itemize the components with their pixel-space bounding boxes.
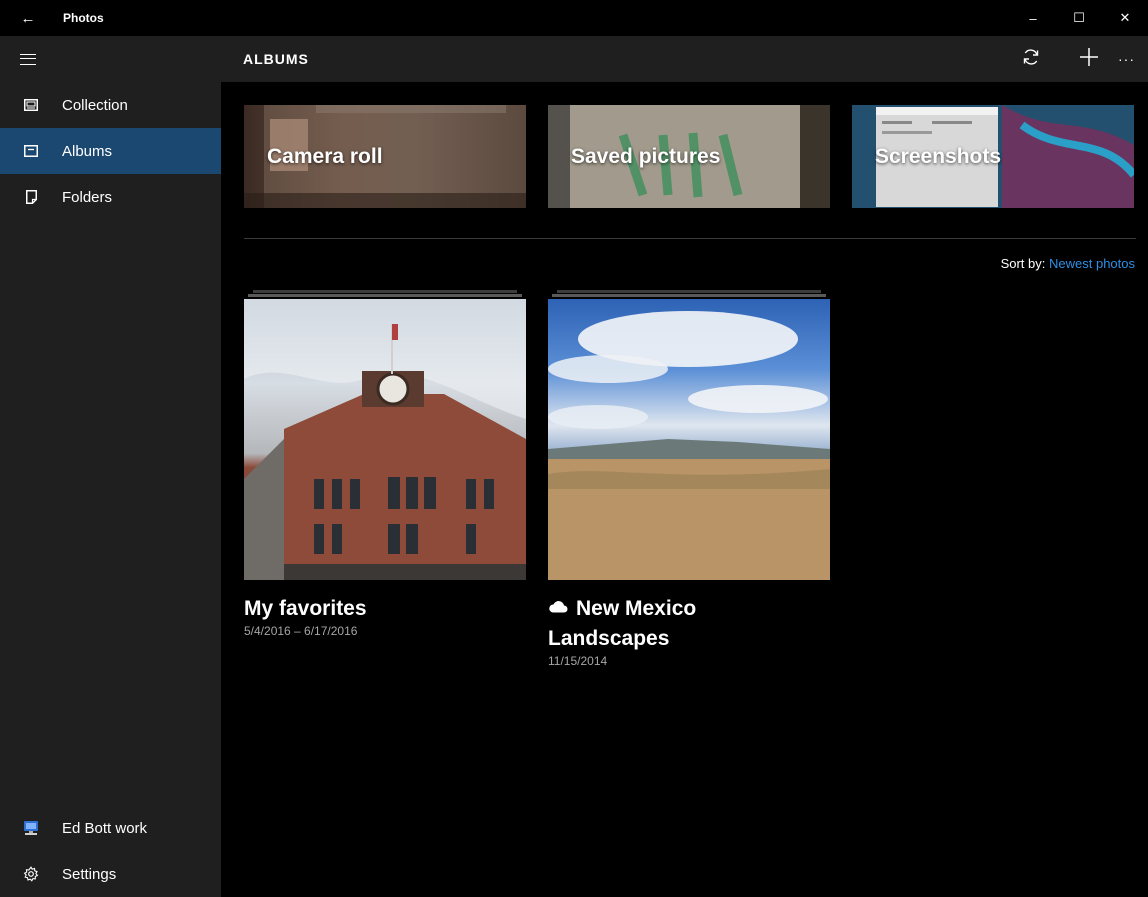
album-tile-label: Saved pictures <box>571 145 721 168</box>
sidebar-item-label: Folders <box>62 188 113 206</box>
album-title: New Mexico Landscapes <box>548 594 830 654</box>
close-button[interactable]: ✕ <box>1102 0 1148 36</box>
section-divider <box>244 238 1136 239</box>
collection-icon <box>0 99 62 111</box>
header-actions: ··· <box>1002 36 1148 82</box>
onedrive-cloud-icon <box>548 592 568 622</box>
album-tile-screenshots[interactable]: Screenshots <box>852 105 1134 208</box>
sidebar-item-albums[interactable]: Albums <box>0 128 221 174</box>
hamburger-icon <box>20 53 36 65</box>
plus-icon <box>1079 47 1099 72</box>
maximize-button[interactable]: ☐ <box>1056 0 1102 36</box>
page-title: ALBUMS <box>243 51 309 67</box>
sidebar-item-collection[interactable]: Collection <box>0 82 221 128</box>
album-tile-label: Camera roll <box>267 145 383 168</box>
sidebar-item-folders[interactable]: Folders <box>0 174 221 220</box>
refresh-icon <box>1021 47 1041 72</box>
album-tile-camera-roll[interactable]: Camera roll <box>244 105 526 208</box>
more-icon: ··· <box>1118 51 1135 67</box>
app-title: Photos <box>63 11 104 25</box>
sidebar-item-label: Ed Bott work <box>62 819 148 837</box>
more-options-button[interactable]: ··· <box>1118 36 1148 82</box>
back-button[interactable]: ← <box>0 0 56 36</box>
album-tile-label: Screenshots <box>875 145 1002 168</box>
sidebar-item-settings[interactable]: Settings <box>0 851 221 897</box>
sidebar-footer: Ed Bott work Settings <box>0 805 221 897</box>
close-icon: ✕ <box>1119 10 1131 25</box>
album-title: My favorites <box>244 597 367 620</box>
album-stack-edge <box>244 290 526 299</box>
album-card-new-mexico-landscapes[interactable]: New Mexico Landscapes 11/15/2014 <box>548 290 830 668</box>
album-card-my-favorites[interactable]: My favorites 5/4/2016 – 6/17/2016 <box>244 290 526 638</box>
sort-label: Sort by: <box>1000 256 1046 271</box>
sidebar-item-label: Settings <box>62 865 117 883</box>
add-album-button[interactable] <box>1060 36 1118 82</box>
sort-dropdown[interactable]: Newest photos <box>1049 256 1135 271</box>
page-header: ALBUMS ··· <box>221 36 1148 82</box>
album-stack-edge <box>548 290 830 299</box>
refresh-button[interactable] <box>1002 36 1060 82</box>
new-mexico-landscape-image <box>548 311 830 580</box>
main-content: ALBUMS ··· Camera roll Saved pictures Sc… <box>221 36 1148 897</box>
sidebar: Collection Albums Folders Ed Bott work S… <box>0 36 221 897</box>
album-date-range: 5/4/2016 – 6/17/2016 <box>244 624 358 638</box>
window-controls: – ☐ ✕ <box>1010 0 1148 36</box>
maximize-icon: ☐ <box>1073 10 1085 25</box>
minimize-button[interactable]: – <box>1010 0 1056 36</box>
title-bar: ← Photos – ☐ ✕ <box>0 0 1148 36</box>
gear-icon <box>0 866 62 882</box>
sidebar-item-label: Collection <box>62 96 128 114</box>
computer-account-icon <box>0 820 62 836</box>
sort-control: Sort by: Newest photos <box>1001 256 1135 271</box>
sidebar-item-account[interactable]: Ed Bott work <box>0 805 221 851</box>
hamburger-menu-button[interactable] <box>0 36 221 82</box>
folders-icon <box>0 190 62 204</box>
album-title-line1: New Mexico <box>576 597 697 620</box>
minimize-icon: – <box>1029 10 1037 26</box>
album-title-line2: Landscapes <box>548 627 670 650</box>
album-cover-photo <box>548 299 830 580</box>
back-arrow-icon: ← <box>20 9 36 27</box>
album-cover-photo <box>244 299 526 580</box>
album-date: 11/15/2014 <box>548 654 608 668</box>
albums-icon <box>0 145 62 157</box>
album-tile-saved-pictures[interactable]: Saved pictures <box>548 105 830 208</box>
coors-field-image <box>244 299 526 580</box>
sidebar-item-label: Albums <box>62 142 113 160</box>
